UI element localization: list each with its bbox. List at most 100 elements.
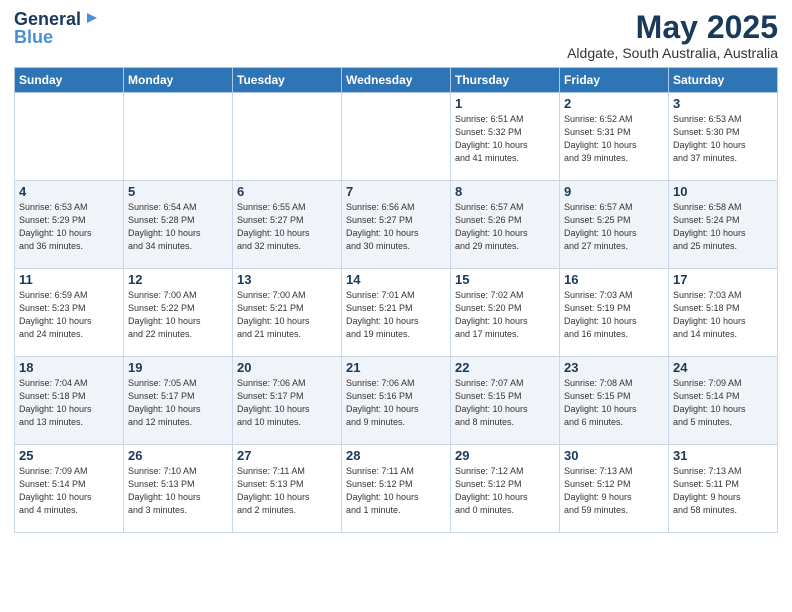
day-number: 19 — [128, 360, 228, 375]
calendar-cell: 25 Sunrise: 7:09 AM Sunset: 5:14 PM Dayli… — [15, 445, 124, 533]
day-info: Sunrise: 6:59 AM Sunset: 5:23 PM Dayligh… — [19, 289, 119, 341]
calendar-week-row: 25 Sunrise: 7:09 AM Sunset: 5:14 PM Dayli… — [15, 445, 778, 533]
col-saturday: Saturday — [669, 68, 778, 93]
calendar-cell: 21 Sunrise: 7:06 AM Sunset: 5:16 PM Dayli… — [342, 357, 451, 445]
calendar-cell: 2 Sunrise: 6:52 AM Sunset: 5:31 PM Daylig… — [560, 93, 669, 181]
day-number: 5 — [128, 184, 228, 199]
logo-blue: Blue — [14, 28, 53, 46]
calendar-cell — [15, 93, 124, 181]
calendar-cell: 8 Sunrise: 6:57 AM Sunset: 5:26 PM Daylig… — [451, 181, 560, 269]
day-number: 27 — [237, 448, 337, 463]
col-monday: Monday — [124, 68, 233, 93]
logo-triangle-icon — [83, 11, 97, 25]
day-number: 22 — [455, 360, 555, 375]
day-info: Sunrise: 7:00 AM Sunset: 5:21 PM Dayligh… — [237, 289, 337, 341]
calendar-cell: 16Sunrise: 7:03 AM Sunset: 5:19 PM Dayli… — [560, 269, 669, 357]
day-number: 25 — [19, 448, 119, 463]
page: General Blue May 2025 Aldgate, South Aus… — [0, 0, 792, 612]
day-number: 3 — [673, 96, 773, 111]
day-number: 12 — [128, 272, 228, 287]
calendar-week-row: 4 Sunrise: 6:53 AM Sunset: 5:29 PM Daylig… — [15, 181, 778, 269]
day-number: 9 — [564, 184, 664, 199]
calendar-table: Sunday Monday Tuesday Wednesday Thursday… — [14, 67, 778, 533]
day-info: Sunrise: 7:04 AM Sunset: 5:18 PM Dayligh… — [19, 377, 119, 429]
col-friday: Friday — [560, 68, 669, 93]
day-number: 15 — [455, 272, 555, 287]
calendar-title: May 2025 — [567, 10, 778, 45]
day-info: Sunrise: 7:12 AM Sunset: 5:12 PM Dayligh… — [455, 465, 555, 517]
day-number: 8 — [455, 184, 555, 199]
day-number: 13 — [237, 272, 337, 287]
col-sunday: Sunday — [15, 68, 124, 93]
calendar-cell: 7Sunrise: 6:56 AM Sunset: 5:27 PM Daylig… — [342, 181, 451, 269]
day-info: Sunrise: 6:56 AM Sunset: 5:27 PM Dayligh… — [346, 201, 446, 253]
day-info: Sunrise: 6:51 AM Sunset: 5:32 PM Dayligh… — [455, 113, 555, 165]
day-info: Sunrise: 7:05 AM Sunset: 5:17 PM Dayligh… — [128, 377, 228, 429]
calendar-week-row: 18 Sunrise: 7:04 AM Sunset: 5:18 PM Dayli… — [15, 357, 778, 445]
calendar-cell: 1Sunrise: 6:51 AM Sunset: 5:32 PM Daylig… — [451, 93, 560, 181]
day-info: Sunrise: 7:11 AM Sunset: 5:12 PM Dayligh… — [346, 465, 446, 517]
calendar-cell: 5 Sunrise: 6:54 AM Sunset: 5:28 PM Daylig… — [124, 181, 233, 269]
day-info: Sunrise: 7:01 AM Sunset: 5:21 PM Dayligh… — [346, 289, 446, 341]
calendar-cell: 30 Sunrise: 7:13 AM Sunset: 5:12 PM Dayli… — [560, 445, 669, 533]
day-info: Sunrise: 7:13 AM Sunset: 5:12 PM Dayligh… — [564, 465, 664, 517]
calendar-cell: 27Sunrise: 7:11 AM Sunset: 5:13 PM Dayli… — [233, 445, 342, 533]
day-number: 26 — [128, 448, 228, 463]
day-number: 14 — [346, 272, 446, 287]
calendar-cell — [233, 93, 342, 181]
day-info: Sunrise: 6:53 AM Sunset: 5:29 PM Dayligh… — [19, 201, 119, 253]
day-info: Sunrise: 7:08 AM Sunset: 5:15 PM Dayligh… — [564, 377, 664, 429]
day-info: Sunrise: 7:00 AM Sunset: 5:22 PM Dayligh… — [128, 289, 228, 341]
day-number: 29 — [455, 448, 555, 463]
calendar-cell: 31Sunrise: 7:13 AM Sunset: 5:11 PM Dayli… — [669, 445, 778, 533]
calendar-cell: 3Sunrise: 6:53 AM Sunset: 5:30 PM Daylig… — [669, 93, 778, 181]
calendar-cell — [124, 93, 233, 181]
day-info: Sunrise: 7:10 AM Sunset: 5:13 PM Dayligh… — [128, 465, 228, 517]
calendar-cell: 29 Sunrise: 7:12 AM Sunset: 5:12 PM Dayli… — [451, 445, 560, 533]
calendar-header: Sunday Monday Tuesday Wednesday Thursday… — [15, 68, 778, 93]
col-tuesday: Tuesday — [233, 68, 342, 93]
day-info: Sunrise: 7:09 AM Sunset: 5:14 PM Dayligh… — [19, 465, 119, 517]
day-number: 21 — [346, 360, 446, 375]
day-number: 20 — [237, 360, 337, 375]
calendar-cell: 28 Sunrise: 7:11 AM Sunset: 5:12 PM Dayli… — [342, 445, 451, 533]
calendar-cell: 4 Sunrise: 6:53 AM Sunset: 5:29 PM Daylig… — [15, 181, 124, 269]
calendar-cell: 12 Sunrise: 7:00 AM Sunset: 5:22 PM Dayli… — [124, 269, 233, 357]
calendar-week-row: 11 Sunrise: 6:59 AM Sunset: 5:23 PM Dayli… — [15, 269, 778, 357]
day-number: 16 — [564, 272, 664, 287]
day-number: 30 — [564, 448, 664, 463]
day-info: Sunrise: 6:57 AM Sunset: 5:26 PM Dayligh… — [455, 201, 555, 253]
calendar-cell: 22Sunrise: 7:07 AM Sunset: 5:15 PM Dayli… — [451, 357, 560, 445]
col-wednesday: Wednesday — [342, 68, 451, 93]
day-number: 2 — [564, 96, 664, 111]
day-info: Sunrise: 6:52 AM Sunset: 5:31 PM Dayligh… — [564, 113, 664, 165]
day-info: Sunrise: 7:03 AM Sunset: 5:18 PM Dayligh… — [673, 289, 773, 341]
calendar-cell: 23Sunrise: 7:08 AM Sunset: 5:15 PM Dayli… — [560, 357, 669, 445]
logo: General Blue — [14, 10, 97, 46]
day-number: 18 — [19, 360, 119, 375]
logo-general: General — [14, 10, 81, 28]
day-info: Sunrise: 6:54 AM Sunset: 5:28 PM Dayligh… — [128, 201, 228, 253]
day-number: 11 — [19, 272, 119, 287]
calendar-cell: 26 Sunrise: 7:10 AM Sunset: 5:13 PM Dayli… — [124, 445, 233, 533]
calendar-cell: 6 Sunrise: 6:55 AM Sunset: 5:27 PM Daylig… — [233, 181, 342, 269]
day-number: 6 — [237, 184, 337, 199]
day-number: 28 — [346, 448, 446, 463]
calendar-cell: 14 Sunrise: 7:01 AM Sunset: 5:21 PM Dayli… — [342, 269, 451, 357]
day-info: Sunrise: 6:58 AM Sunset: 5:24 PM Dayligh… — [673, 201, 773, 253]
calendar-cell: 13 Sunrise: 7:00 AM Sunset: 5:21 PM Dayli… — [233, 269, 342, 357]
calendar-cell: 17 Sunrise: 7:03 AM Sunset: 5:18 PM Dayli… — [669, 269, 778, 357]
calendar-cell: 15Sunrise: 7:02 AM Sunset: 5:20 PM Dayli… — [451, 269, 560, 357]
day-info: Sunrise: 7:06 AM Sunset: 5:17 PM Dayligh… — [237, 377, 337, 429]
title-block: May 2025 Aldgate, South Australia, Austr… — [567, 10, 778, 61]
day-number: 17 — [673, 272, 773, 287]
day-info: Sunrise: 6:57 AM Sunset: 5:25 PM Dayligh… — [564, 201, 664, 253]
day-info: Sunrise: 7:13 AM Sunset: 5:11 PM Dayligh… — [673, 465, 773, 517]
day-number: 24 — [673, 360, 773, 375]
day-number: 4 — [19, 184, 119, 199]
day-number: 10 — [673, 184, 773, 199]
calendar-cell: 10 Sunrise: 6:58 AM Sunset: 5:24 PM Dayli… — [669, 181, 778, 269]
day-info: Sunrise: 7:06 AM Sunset: 5:16 PM Dayligh… — [346, 377, 446, 429]
day-info: Sunrise: 6:55 AM Sunset: 5:27 PM Dayligh… — [237, 201, 337, 253]
header-row: Sunday Monday Tuesday Wednesday Thursday… — [15, 68, 778, 93]
